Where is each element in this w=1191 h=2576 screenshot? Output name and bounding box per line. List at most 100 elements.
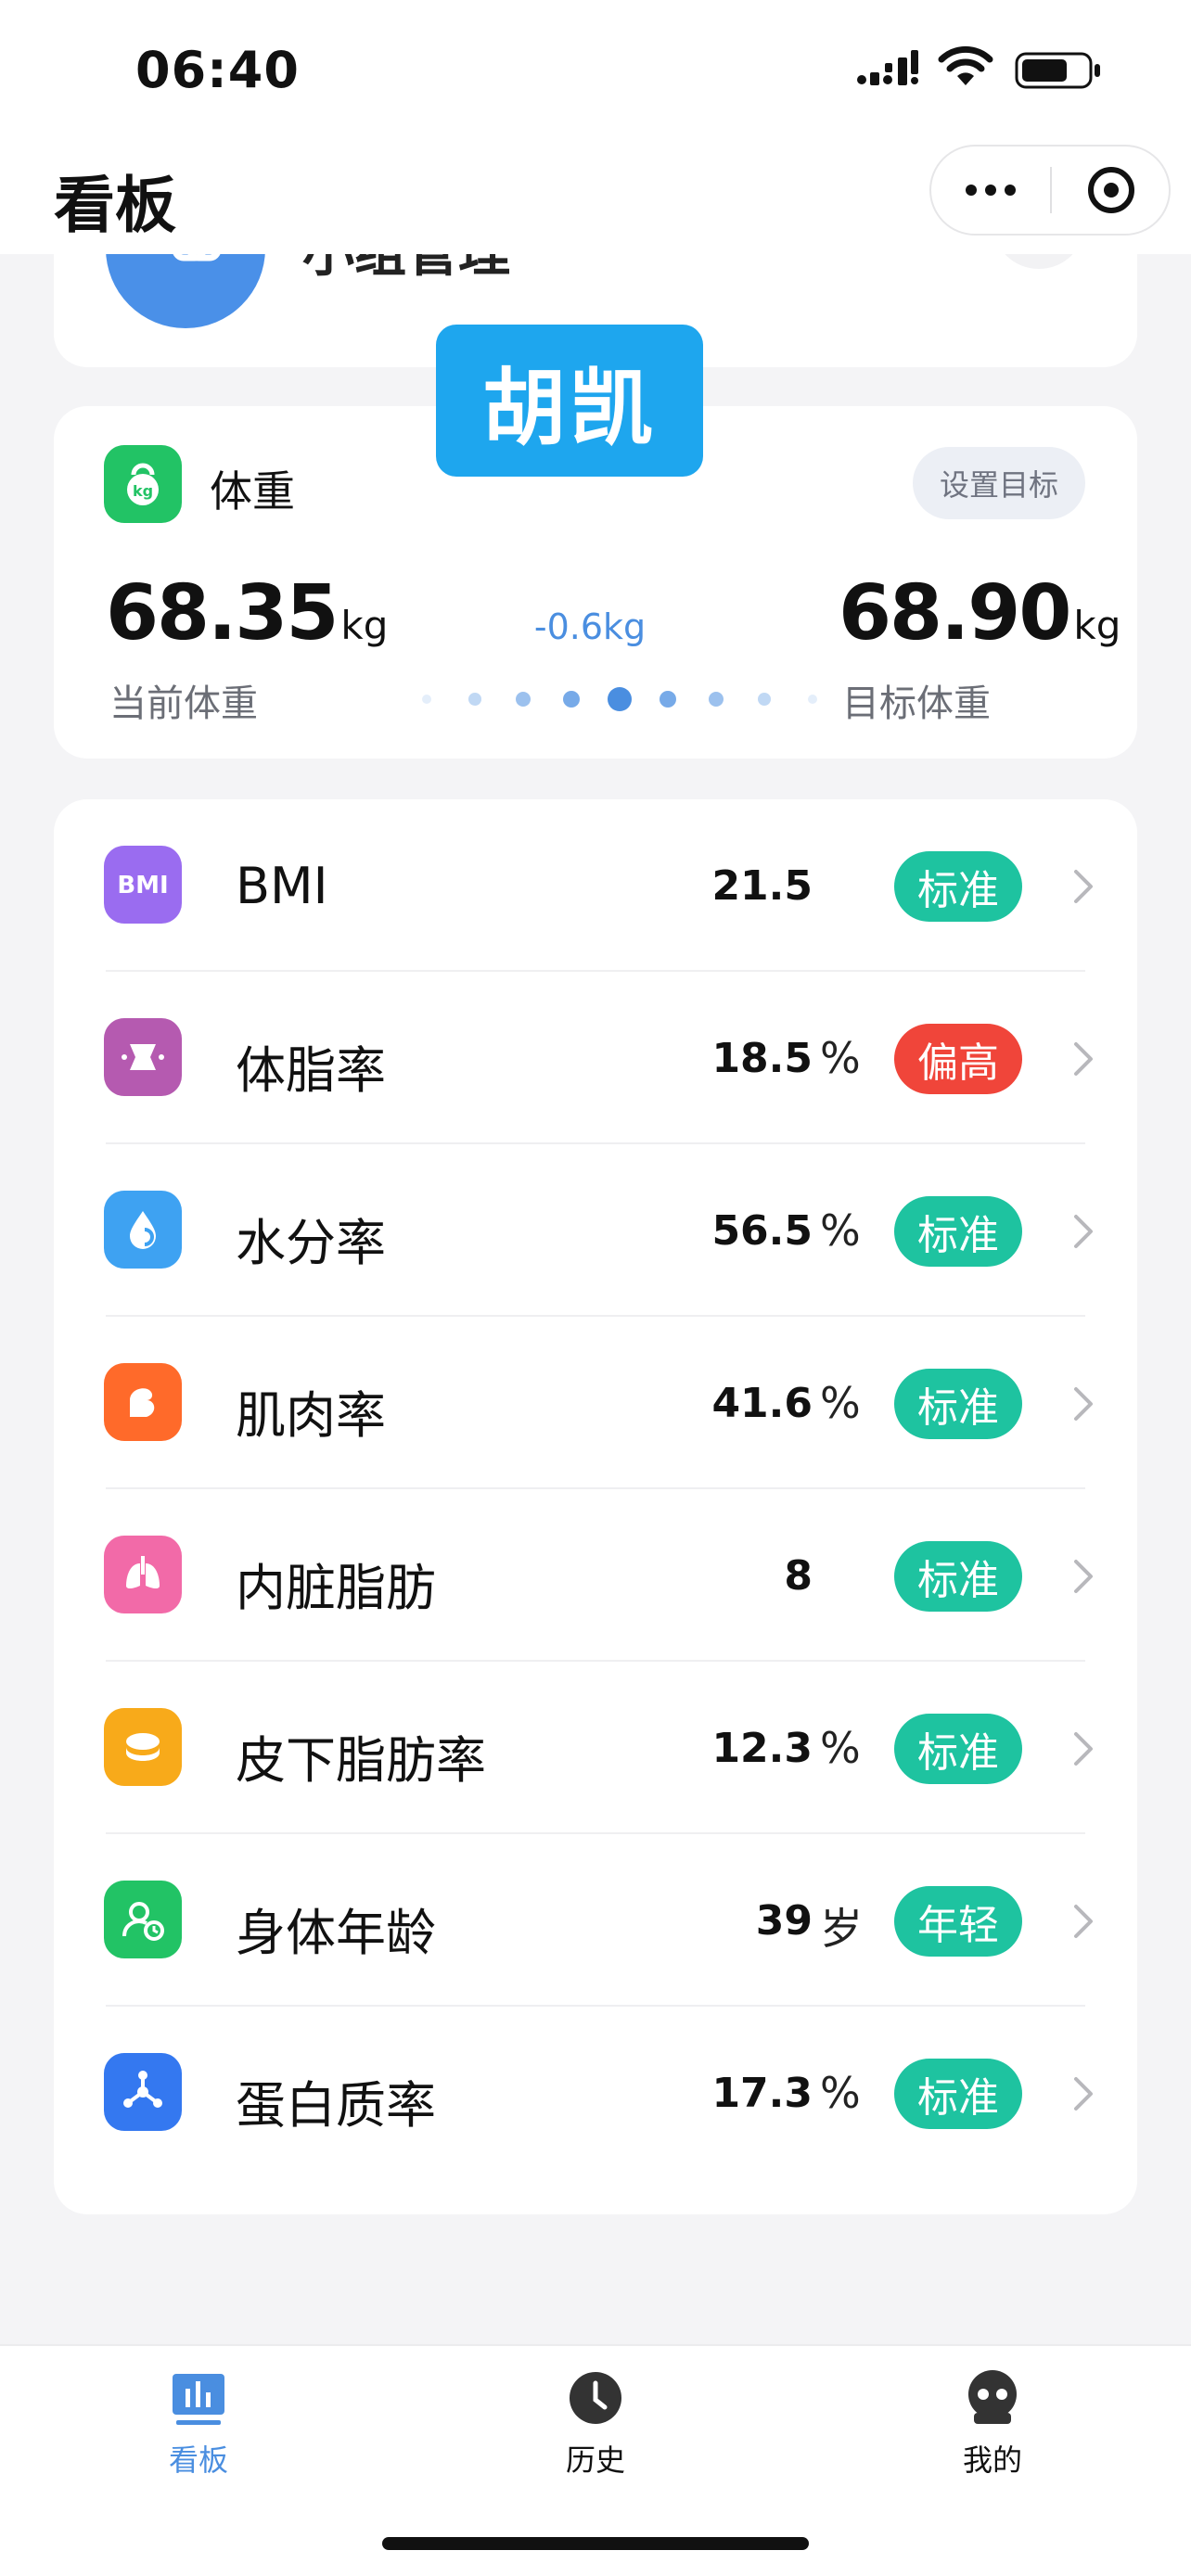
chevron-right-icon [1074,2077,1093,2111]
status-badge: 标准 [894,1541,1022,1612]
chevron-right-icon [1074,1215,1093,1248]
body-metrics-list: BMI BMI 21.5 标准 体脂率 18.5 % 偏高 水分率 56.5 %… [54,799,1137,2214]
page-title: 看板 [54,170,176,241]
metric-unit: % [820,1205,861,1256]
chevron-right-icon [1074,1905,1093,1938]
target-weight: 68.90kg [839,569,1121,657]
nav-bar: 看板 [0,139,1191,254]
cellular-signal-icon [857,50,918,85]
protein-molecule-icon [104,2053,182,2131]
metric-unit: % [820,1033,861,1083]
lungs-icon [104,1536,182,1613]
metric-name: 皮下脂肪率 [236,1731,486,1790]
muscle-arm-icon [104,1363,182,1441]
current-weight-unit: kg [340,603,389,648]
bmi-icon: BMI [104,846,182,924]
metric-value: 17.3 [711,2070,813,2117]
target-weight-unit: kg [1073,603,1121,648]
body-age-icon [104,1881,182,1958]
metric-row-subcutaneous-fat[interactable]: 皮下脂肪率 12.3 % 标准 [54,1662,1137,1834]
progress-dot [422,695,431,704]
more-dot-icon [1005,185,1016,196]
metric-value: 12.3 [711,1725,813,1772]
metric-name: 体脂率 [236,1041,386,1100]
status-badge: 偏高 [894,1024,1022,1094]
chevron-right-icon [1074,1732,1093,1766]
more-options-button[interactable] [931,147,1050,234]
tab-label: 历史 [565,2442,625,2478]
metric-value: 8 [784,1552,813,1600]
clock-icon [566,2368,625,2428]
active-progress-dot [608,687,632,711]
svg-text:BMI: BMI [117,872,168,899]
more-dot-icon [966,185,977,196]
metric-value: 56.5 [711,1207,813,1255]
target-circle-icon [1088,167,1134,213]
chevron-right-icon [1074,1387,1093,1421]
battery-icon [1015,52,1100,89]
metric-unit: % [820,1723,861,1773]
metric-unit: % [820,1378,861,1428]
metric-row-water[interactable]: 水分率 56.5 % 标准 [54,1144,1137,1317]
metric-unit: % [820,2068,861,2118]
tab-profile[interactable]: 我的 [900,2368,1085,2489]
tab-label: 看板 [168,2442,228,2478]
weight-difference: -0.6kg [533,606,647,647]
status-badge: 年轻 [894,1886,1022,1957]
tab-history[interactable]: 历史 [503,2368,688,2489]
metric-name: 内脏脂肪 [236,1559,436,1617]
status-badge: 标准 [894,2059,1022,2129]
weight-title: 体重 [210,466,295,516]
chevron-right-icon [1074,870,1093,903]
mini-program-capsule [929,145,1171,236]
progress-dot [660,691,676,708]
home-indicator [382,2537,809,2550]
set-goal-button[interactable]: 设置目标 [913,447,1085,519]
metric-name: 身体年龄 [236,1904,436,1962]
status-badge: 标准 [894,1196,1022,1267]
profile-face-icon [963,2368,1022,2428]
tab-dashboard[interactable]: 看板 [106,2368,291,2489]
progress-dot [808,695,817,704]
metric-value: 41.6 [711,1380,813,1427]
chevron-right-icon [1074,1042,1093,1076]
dashboard-chart-icon [169,2368,228,2428]
chevron-right-icon [1074,1560,1093,1593]
progress-dot [758,693,771,706]
body-fat-icon [104,1018,182,1096]
metric-value: 39 [755,1897,813,1945]
status-badge: 标准 [894,851,1022,922]
more-dot-icon [985,185,996,196]
progress-dot [516,692,531,707]
metric-name: 蛋白质率 [236,2076,436,2135]
metric-row-bmi[interactable]: BMI BMI 21.5 标准 [54,799,1137,972]
current-weight-value: 68.35 [106,569,339,657]
progress-dot [468,693,481,706]
progress-dot [709,692,724,707]
app-screen: 06:40 看板 胡凯 kg 体重 设置目标 68.35kg 当前体重 -0.6… [0,0,1191,2576]
metric-name: 肌肉率 [236,1386,386,1445]
status-bar: 06:40 [0,0,1191,139]
target-weight-label: 目标体重 [842,682,991,725]
weight-progress-dots [417,681,826,718]
kettlebell-icon: kg [104,445,182,523]
progress-dot [563,691,580,708]
status-time: 06:40 [135,41,300,99]
close-mini-program-button[interactable] [1052,147,1171,234]
target-weight-value: 68.90 [839,569,1071,657]
metric-row-visceral-fat[interactable]: 内脏脂肪 8 标准 [54,1489,1137,1662]
status-badge: 标准 [894,1714,1022,1784]
metric-value: 21.5 [711,862,813,910]
metric-value: 18.5 [711,1035,813,1082]
user-name-tag: 胡凯 [436,325,703,477]
svg-text:kg: kg [133,482,153,500]
status-badge: 标准 [894,1369,1022,1439]
metric-name: BMI [236,857,328,915]
subcutaneous-fat-icon [104,1708,182,1786]
metric-name: 水分率 [236,1214,386,1272]
metric-row-body-age[interactable]: 身体年龄 39 岁 年轻 [54,1834,1137,2007]
metric-row-protein[interactable]: 蛋白质率 17.3 % 标准 [54,2007,1137,2179]
metric-unit: 岁 [820,1904,863,1954]
metric-row-muscle[interactable]: 肌肉率 41.6 % 标准 [54,1317,1137,1489]
metric-row-body-fat[interactable]: 体脂率 18.5 % 偏高 [54,972,1137,1144]
